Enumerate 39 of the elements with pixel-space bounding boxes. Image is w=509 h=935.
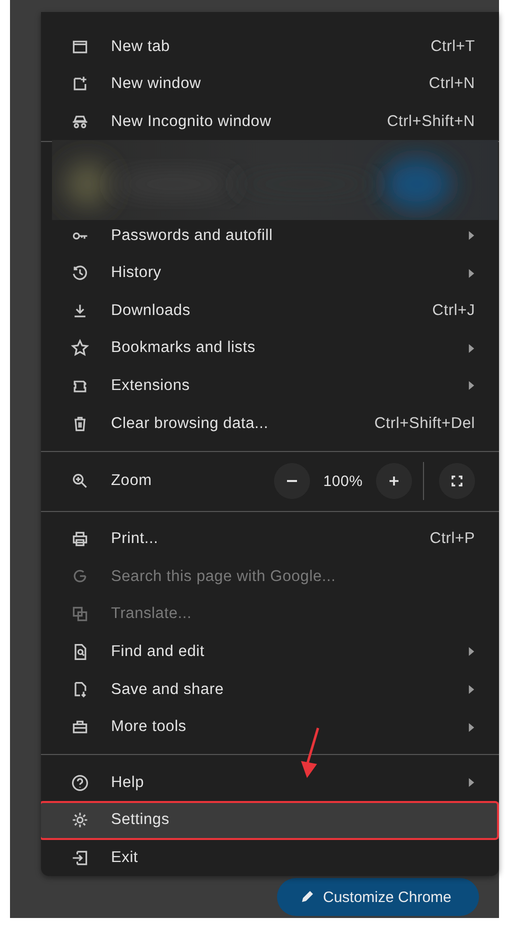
submenu-arrow-icon: [468, 380, 475, 392]
menu-item[interactable]: New tab Ctrl+T: [41, 28, 499, 66]
submenu-arrow-icon: [468, 646, 475, 658]
menu-item[interactable]: Save and share: [41, 670, 499, 708]
menu-item[interactable]: Extensions: [41, 367, 499, 405]
menu-item[interactable]: Exit: [41, 839, 499, 876]
zoom-level: 100%: [322, 472, 364, 490]
history-icon: [71, 264, 89, 282]
submenu-arrow-icon: [468, 684, 475, 696]
exit-icon: [71, 848, 89, 867]
menu-item[interactable]: New Incognito window Ctrl+Shift+N: [41, 103, 499, 141]
submenu-arrow-icon: [468, 777, 475, 788]
menu-item[interactable]: Print... Ctrl+P: [41, 520, 499, 558]
menu-item[interactable]: New window Ctrl+N: [41, 66, 499, 104]
pencil-icon: [299, 889, 315, 905]
fullscreen-button[interactable]: [439, 463, 475, 500]
menu-item[interactable]: Downloads Ctrl+J: [41, 292, 499, 330]
minus-icon: [287, 479, 297, 484]
customize-chrome-button[interactable]: Customize Chrome: [277, 878, 479, 916]
menu-item[interactable]: More tools: [41, 708, 499, 746]
submenu-arrow-icon: [468, 268, 475, 279]
menu-item[interactable]: Bookmarks and lists: [41, 330, 499, 368]
star-icon: [71, 339, 89, 358]
printer-icon: [71, 530, 89, 548]
menu-item[interactable]: History: [41, 254, 499, 292]
menu-item[interactable]: Passwords and autofill: [41, 216, 499, 254]
menu-item[interactable]: Find and edit: [41, 633, 499, 671]
menu-item[interactable]: Help: [41, 764, 499, 802]
submenu-arrow-icon: [468, 722, 475, 733]
submenu-arrow-icon: [468, 342, 475, 354]
translate-icon: [71, 605, 89, 624]
zoom-icon: [71, 472, 89, 490]
submenu-arrow-icon: [468, 230, 475, 242]
settings-icon: [71, 811, 89, 830]
menu-item[interactable]: Clear browsing data... Ctrl+Shift+Del: [41, 404, 499, 442]
zoom-in-button[interactable]: [376, 463, 412, 500]
zoom-label: Zoom: [111, 472, 152, 490]
help-icon: [71, 774, 89, 792]
annotation-arrow: [300, 726, 322, 778]
